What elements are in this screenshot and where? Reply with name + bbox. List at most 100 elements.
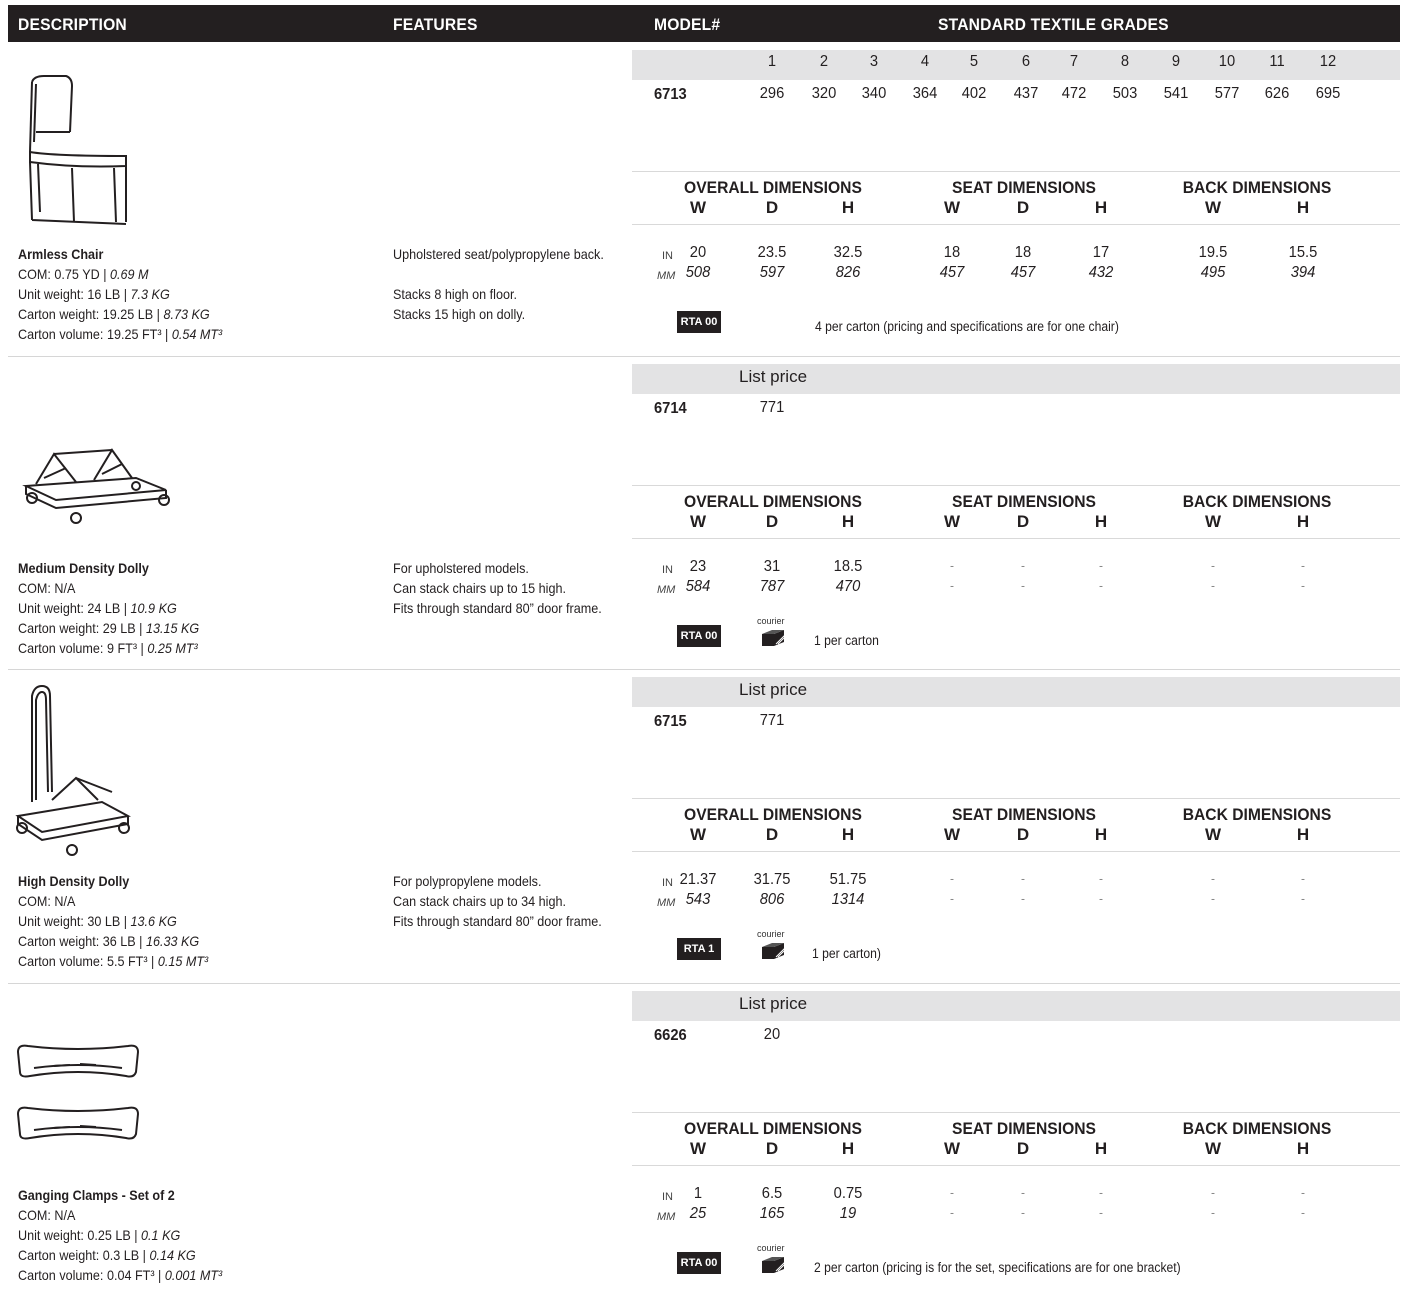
price-cell: 364 <box>912 85 938 102</box>
carton-note: 2 per carton (pricing is for the set, sp… <box>814 1260 1181 1275</box>
product-com: COM: N/A <box>18 1207 75 1223</box>
dim-in-value: - <box>1301 871 1305 886</box>
section-divider <box>8 669 1400 670</box>
unit-weight-text: Unit weight: 24 LB | <box>18 600 131 616</box>
unit-weight-metric: 0.1 KG <box>141 1227 181 1243</box>
dim-in-value: - <box>1211 1185 1215 1200</box>
carton-volume-metric: 0.25 MT³ <box>147 640 198 656</box>
feature-line: Fits through standard 80” door frame. <box>393 913 602 929</box>
dim-in-value: - <box>1099 1185 1103 1200</box>
dim-mm-value: 508 <box>685 264 711 281</box>
dim-in-value: - <box>950 1185 954 1200</box>
product-carton-weight: Carton weight: 29 LB | 13.15 KG <box>18 620 199 636</box>
grade-number: 4 <box>920 53 930 70</box>
dim-in-value: 1 <box>693 1185 703 1202</box>
price-cell: 626 <box>1264 85 1290 102</box>
dim-sub-d: D <box>765 512 779 531</box>
feature-line: Stacks 15 high on dolly. <box>393 306 526 322</box>
product-unit-weight: Unit weight: 16 LB | 7.3 KG <box>18 286 170 302</box>
product-com: COM: N/A <box>18 893 75 909</box>
dim-sub-d: D <box>1016 1139 1030 1158</box>
product-name: Armless Chair <box>18 246 104 262</box>
section-divider <box>8 356 1400 357</box>
grade-number: 3 <box>869 53 879 70</box>
header-description: DESCRIPTION <box>18 15 127 34</box>
dim-mm-value: 787 <box>759 578 785 595</box>
dim-top-line <box>632 485 1400 486</box>
com-metric: 0.69 M <box>109 266 149 282</box>
list-price-value: 771 <box>759 399 785 416</box>
model-number: 6626 <box>654 1027 687 1044</box>
carton-weight-text: Carton weight: 36 LB | <box>18 933 146 949</box>
carton-weight-metric: 8.73 KG <box>163 306 210 322</box>
dim-sub-d: D <box>1016 198 1030 217</box>
product-ganging-clamp-icon <box>14 1038 144 1153</box>
dim-sub-h: H <box>1094 825 1108 844</box>
dim-mm-value: - <box>1099 578 1103 593</box>
carton-weight-metric: 13.15 KG <box>145 620 200 636</box>
product-com: COM: N/A <box>18 580 75 596</box>
unit-weight-text: Unit weight: 30 LB | <box>18 913 131 929</box>
grade-number: 7 <box>1069 53 1079 70</box>
price-cell: 695 <box>1315 85 1341 102</box>
courier-box-icon <box>760 1255 789 1275</box>
dim-in-value: 23.5 <box>757 244 787 261</box>
grade-number: 5 <box>969 53 979 70</box>
dim-sub-w: W <box>943 198 961 217</box>
dim-in-value: - <box>1099 558 1103 573</box>
dim-sub-h: H <box>841 198 855 217</box>
unit-weight-text: Unit weight: 0.25 LB | <box>18 1227 142 1243</box>
dim-mm-value: 584 <box>685 578 711 595</box>
carton-weight-metric: 16.33 KG <box>145 933 200 949</box>
overall-dimensions-label: OVERALL DIMENSIONS <box>684 1119 862 1138</box>
product-unit-weight: Unit weight: 0.25 LB | 0.1 KG <box>18 1227 180 1243</box>
dim-in-value: - <box>1211 558 1215 573</box>
dim-sub-h: H <box>1094 512 1108 531</box>
feature-line: Upholstered seat/polypropylene back. <box>393 246 604 262</box>
dim-bottom-line <box>632 1165 1400 1166</box>
price-cell: 437 <box>1013 85 1039 102</box>
product-com: COM: 0.75 YD | 0.69 M <box>18 266 149 282</box>
dim-mm-value: 495 <box>1200 264 1226 281</box>
back-dimensions-label: BACK DIMENSIONS <box>1182 1119 1332 1138</box>
dim-mm-value: - <box>1099 891 1103 906</box>
courier-box-icon <box>760 941 789 961</box>
rta-badge: RTA 1 <box>677 938 721 960</box>
dim-in-value: - <box>1211 871 1215 886</box>
product-carton-volume: Carton volume: 5.5 FT³ | 0.15 MT³ <box>18 953 208 969</box>
dim-mm-value: - <box>1301 891 1305 906</box>
dim-in-value: 51.75 <box>829 871 867 888</box>
dim-mm-value: - <box>1301 578 1305 593</box>
dim-in-value: 18 <box>943 244 961 261</box>
carton-weight-text: Carton weight: 19.25 LB | <box>18 306 164 322</box>
dim-mm-value: - <box>1211 1205 1215 1220</box>
dim-sub-h: H <box>1094 198 1108 217</box>
grade-number: 2 <box>819 53 829 70</box>
dim-mm-value: 457 <box>939 264 965 281</box>
product-unit-weight: Unit weight: 30 LB | 13.6 KG <box>18 913 177 929</box>
back-dimensions-label: BACK DIMENSIONS <box>1182 492 1332 511</box>
dim-in-value: - <box>1301 558 1305 573</box>
rta-badge: RTA 00 <box>677 311 721 333</box>
price-cell: 541 <box>1163 85 1189 102</box>
dim-in-value: - <box>1021 558 1025 573</box>
price-cell: 320 <box>811 85 837 102</box>
carton-weight-text: Carton weight: 29 LB | <box>18 620 146 636</box>
carton-volume-text: Carton volume: 9 FT³ | <box>18 640 148 656</box>
dim-in-value: 0.75 <box>833 1185 863 1202</box>
courier-label: courier <box>757 616 785 626</box>
dim-in-value: - <box>1301 1185 1305 1200</box>
product-armless-chair-icon <box>14 72 134 237</box>
back-dimensions-label: BACK DIMENSIONS <box>1182 178 1332 197</box>
dim-sub-h: H <box>1296 1139 1310 1158</box>
header-model: MODEL# <box>654 15 721 34</box>
courier-box-icon <box>760 628 789 648</box>
dim-in-value: 23 <box>689 558 707 575</box>
dim-mm-value: 394 <box>1290 264 1316 281</box>
product-name: Ganging Clamps - Set of 2 <box>18 1187 175 1203</box>
dim-in-value: 17 <box>1092 244 1110 261</box>
dim-sub-d: D <box>1016 512 1030 531</box>
overall-dimensions-label: OVERALL DIMENSIONS <box>684 178 862 197</box>
courier-label: courier <box>757 929 785 939</box>
dim-bottom-line <box>632 224 1400 225</box>
